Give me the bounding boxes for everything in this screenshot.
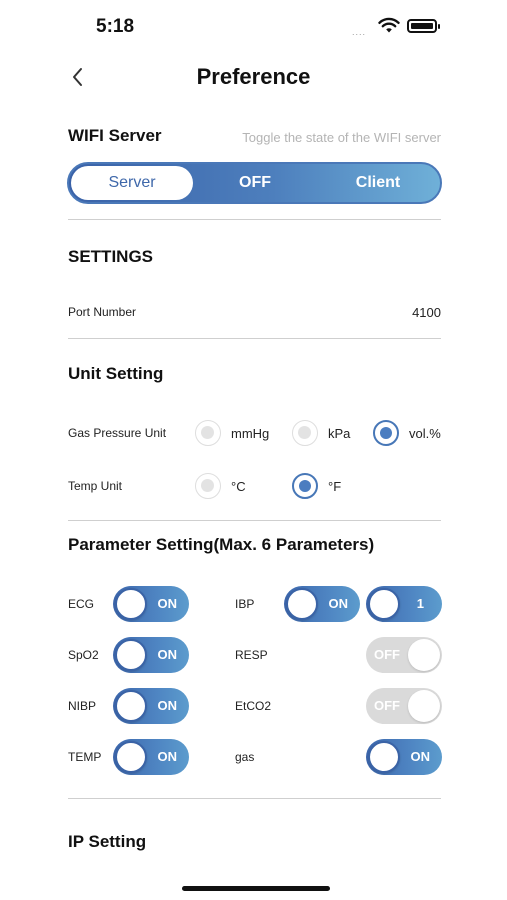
toggle-state: ON <box>328 596 349 611</box>
toggle-state: OFF <box>374 647 400 662</box>
unit-setting-title: Unit Setting <box>68 364 164 383</box>
param-label-gas: gas <box>235 750 255 764</box>
toggle-knob <box>115 588 147 620</box>
segment-client[interactable]: Client <box>318 164 438 202</box>
radio-kpa[interactable] <box>292 420 318 446</box>
divider <box>68 219 441 220</box>
gas-pressure-unit-label: Gas Pressure Unit <box>68 426 167 440</box>
toggle-knob <box>286 588 318 620</box>
radio-vol-percent-label: vol.% <box>409 426 441 441</box>
segment-off[interactable]: OFF <box>195 164 315 202</box>
signal-icon: .... <box>352 27 367 37</box>
radio-fahrenheit-label: °F <box>328 479 342 494</box>
radio-mmhg-label: mmHg <box>231 426 270 441</box>
toggle-ecg[interactable]: ON <box>113 586 189 622</box>
segment-server[interactable]: Server <box>72 164 192 202</box>
toggle-state: OFF <box>374 698 400 713</box>
wifi-server-hint: Toggle the state of the WIFI server <box>242 130 441 145</box>
radio-celsius-label: °C <box>231 479 246 494</box>
toggle-nibp[interactable]: ON <box>113 688 189 724</box>
param-label-spo2: SpO2 <box>68 648 99 662</box>
wifi-icon <box>378 17 400 33</box>
home-indicator[interactable] <box>182 886 330 891</box>
toggle-gas[interactable]: ON <box>366 739 442 775</box>
toggle-state: ON <box>157 749 178 764</box>
toggle-state: ON <box>410 749 431 764</box>
toggle-ibp[interactable]: ON <box>284 586 360 622</box>
wifi-server-title: WIFI Server <box>68 126 162 145</box>
radio-celsius[interactable] <box>195 473 221 499</box>
toggle-knob <box>368 588 400 620</box>
wifi-server-segmented-control[interactable]: Server OFF Client <box>67 162 442 204</box>
radio-vol-percent[interactable] <box>373 420 399 446</box>
param-label-temp: TEMP <box>68 750 102 764</box>
ibp-channel-toggle[interactable]: 1 <box>366 586 442 622</box>
port-number-value[interactable]: 4100 <box>412 305 441 320</box>
divider <box>68 798 441 799</box>
param-label-nibp: NIBP <box>68 699 97 713</box>
page-title: Preference <box>196 64 311 89</box>
param-label-ibp: IBP <box>235 597 255 611</box>
temp-unit-label: Temp Unit <box>68 479 123 493</box>
param-label-etco2: EtCO2 <box>235 699 272 713</box>
status-time: 5:18 <box>96 16 135 37</box>
toggle-knob <box>408 690 440 722</box>
radio-fahrenheit[interactable] <box>292 473 318 499</box>
radio-mmhg[interactable] <box>195 420 221 446</box>
divider <box>68 338 441 339</box>
toggle-knob <box>115 690 147 722</box>
toggle-state: ON <box>157 698 178 713</box>
toggle-knob <box>408 639 440 671</box>
battery-icon <box>407 19 440 33</box>
toggle-temp[interactable]: ON <box>113 739 189 775</box>
ip-setting-title: IP Setting <box>68 832 147 851</box>
toggle-state: ON <box>157 596 178 611</box>
toggle-knob <box>115 741 147 773</box>
status-bar: 5:18 .... <box>0 0 507 52</box>
radio-kpa-label: kPa <box>328 426 351 441</box>
divider <box>68 520 441 521</box>
toggle-etco2[interactable]: OFF <box>366 688 442 724</box>
toggle-spo2[interactable]: ON <box>113 637 189 673</box>
ibp-channel-value: 1 <box>416 596 424 611</box>
toggle-knob <box>115 639 147 671</box>
parameter-setting-title: Parameter Setting(Max. 6 Parameters) <box>68 535 375 554</box>
toggle-state: ON <box>157 647 178 662</box>
toggle-resp[interactable]: OFF <box>366 637 442 673</box>
port-number-label: Port Number <box>68 305 137 319</box>
toggle-knob <box>368 741 400 773</box>
settings-title: SETTINGS <box>68 247 154 266</box>
param-label-resp: RESP <box>235 648 268 662</box>
param-label-ecg: ECG <box>68 597 95 611</box>
